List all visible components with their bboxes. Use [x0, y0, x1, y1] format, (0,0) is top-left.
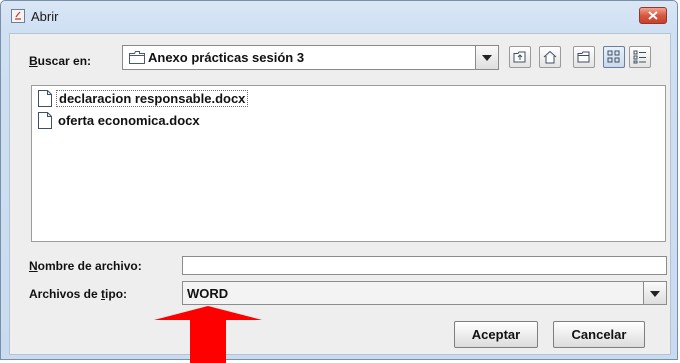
file-name: oferta economica.docx — [58, 113, 200, 128]
file-list[interactable]: declaracion responsable.docx oferta econ… — [31, 85, 666, 242]
list-view-button[interactable] — [603, 46, 625, 68]
new-folder-button[interactable] — [573, 46, 595, 68]
look-in-label: Buscar en: — [29, 54, 92, 68]
home-button[interactable] — [539, 46, 561, 68]
accept-button[interactable]: Aceptar — [454, 321, 538, 348]
new-folder-icon — [577, 51, 590, 63]
look-in-dropdown-button[interactable] — [475, 46, 498, 69]
home-icon — [543, 50, 557, 64]
file-name-input[interactable] — [182, 256, 667, 275]
file-name: declaracion responsable.docx — [56, 90, 249, 107]
file-type-dropdown-button[interactable] — [643, 282, 666, 304]
window-title: Abrir — [31, 9, 59, 24]
look-in-folder-name: Anexo prácticas sesión 3 — [148, 50, 305, 65]
file-type-label: Archivos de tipo: — [29, 287, 128, 301]
file-name-label: Nombre de archivo: — [29, 259, 142, 273]
look-in-combo[interactable]: Anexo prácticas sesión 3 — [122, 45, 499, 70]
file-type-value: WORD — [187, 286, 229, 301]
details-view-button[interactable] — [629, 46, 651, 68]
up-folder-button[interactable] — [509, 46, 531, 68]
list-view-icon — [607, 50, 620, 63]
up-folder-icon — [513, 51, 526, 63]
document-icon — [38, 90, 52, 107]
close-button[interactable] — [639, 7, 667, 24]
open-file-dialog: Abrir Buscar en: Anexo prácticas sesión … — [0, 0, 678, 360]
file-type-combo[interactable]: WORD — [182, 281, 667, 305]
close-icon — [648, 11, 658, 20]
red-arrow-annotation — [154, 306, 262, 363]
dialog-content: Buscar en: Anexo prácticas sesión 3 decl… — [9, 33, 671, 355]
chevron-down-icon — [482, 55, 492, 61]
cancel-button[interactable]: Cancelar — [553, 321, 645, 348]
folder-icon — [129, 51, 145, 64]
java-icon — [11, 9, 25, 23]
document-icon — [38, 112, 52, 129]
title-bar[interactable]: Abrir — [1, 1, 677, 31]
details-view-icon — [633, 50, 646, 64]
chevron-down-icon — [650, 291, 660, 297]
